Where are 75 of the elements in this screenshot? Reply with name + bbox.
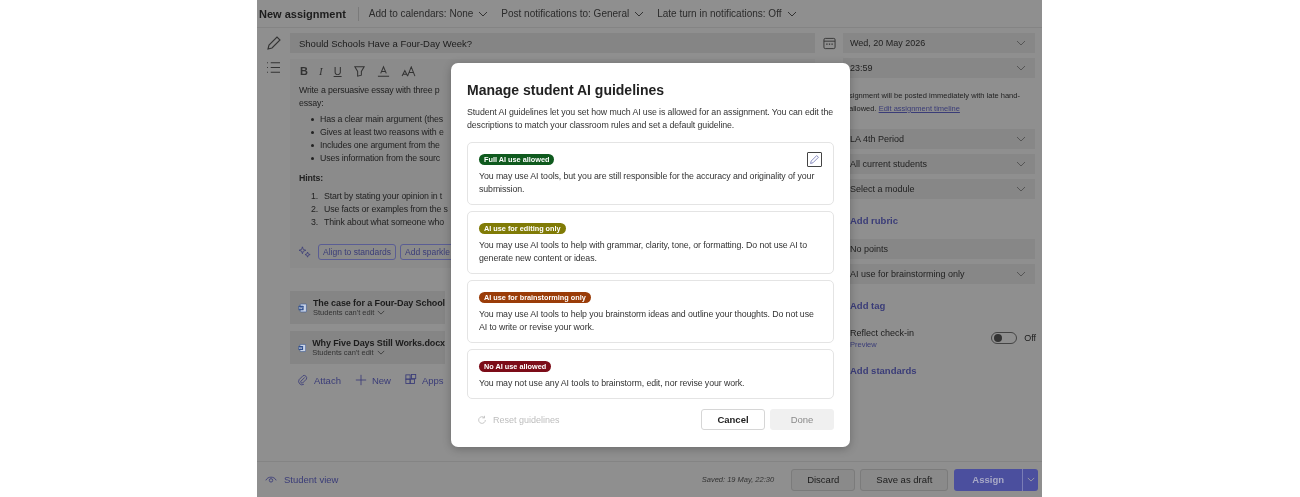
chevron-icon	[1016, 186, 1026, 192]
hint-step: Think about what someone who	[324, 216, 444, 229]
reset-icon	[477, 414, 487, 425]
chevron-icon	[478, 10, 489, 17]
chevron-icon	[377, 310, 386, 315]
apps-icon	[404, 374, 417, 386]
list-icon	[266, 61, 281, 74]
chevron-icon	[1016, 136, 1026, 142]
essay-criterion: Has a clear main argument (thes	[320, 113, 443, 126]
guideline-description: You may use AI tools, but you are still responsible for the accuracy and originality of your submission.	[479, 170, 816, 196]
toggle-state: Off	[1024, 333, 1036, 343]
dialog-button[interactable]: Cancel	[701, 409, 765, 430]
bullet-icon	[311, 144, 314, 147]
hint-step: Start by stating your opinion in t	[324, 190, 443, 203]
format-button[interactable]: I	[318, 66, 323, 77]
assign-menu-button[interactable]	[1022, 468, 1038, 491]
dropdown-field[interactable]: Wed, 20 May 2026	[843, 33, 1035, 53]
dialog-description: Student AI guidelines let you set how much AI use is allowed for an assignment. You can edit the descriptions to match your classroom rules and set a default guideline.	[467, 106, 834, 132]
attach-action-button[interactable]: New	[354, 374, 391, 386]
format-button[interactable]: U	[333, 66, 342, 77]
essay-criterion: Uses information from the sourc	[320, 152, 441, 165]
toggle-label: Reflect check-in	[850, 327, 916, 340]
add-link[interactable]: Add rubric	[850, 214, 899, 226]
edit-button[interactable]	[807, 151, 822, 167]
attach-action-button[interactable]: Apps	[404, 374, 444, 386]
bullet-icon	[311, 157, 314, 160]
chevron-icon	[786, 10, 797, 17]
attach-action-button[interactable]: Attach	[297, 374, 341, 386]
chevron-icon	[1016, 271, 1026, 277]
chevron-icon	[376, 350, 385, 355]
caret-icon	[1026, 477, 1035, 482]
chevron-icon	[1016, 161, 1026, 167]
chevron-icon	[1016, 65, 1026, 71]
format-button[interactable]: B	[300, 66, 308, 77]
menu-dropdown[interactable]: Post notifications to: General	[501, 8, 645, 19]
add-link[interactable]: Add tag	[850, 299, 886, 311]
highlighter-icon[interactable]	[352, 65, 366, 78]
calendar-icon	[822, 36, 836, 50]
chevron-icon	[634, 10, 645, 17]
document-icon	[298, 300, 307, 315]
chevron-icon	[1016, 40, 1026, 46]
discard-button[interactable]: Discard	[791, 468, 856, 491]
guideline-description: You may use AI tools to help with grammar, clarity, tone, or formatting. Do not use AI to generate new content or ideas.	[479, 239, 808, 265]
font-color-icon[interactable]	[376, 65, 390, 78]
page-title: New assignment	[259, 7, 346, 20]
essay-instruction: Write a persuasive essay with three p	[299, 85, 440, 95]
sparkle-icon	[299, 246, 311, 258]
essay-criterion: Includes one argument from the	[320, 139, 440, 152]
essay-instruction: essay:	[299, 98, 324, 108]
bullet-icon	[311, 131, 314, 134]
hint-step: Use facts or examples from the s	[324, 203, 448, 216]
font-size-icon[interactable]	[400, 66, 416, 77]
hints-heading: Hints:	[299, 173, 324, 183]
guideline-description: You may not use any AI tools to brainstorm, edit, nor revise your work.	[479, 377, 746, 390]
menu-dropdown[interactable]: Late turn in notifications: Off	[657, 8, 797, 19]
dialog-title: Manage student AI guidelines	[467, 82, 666, 98]
pencil-icon	[265, 35, 282, 51]
attachment-name: The case for a Four-Day School	[312, 298, 445, 308]
dropdown-field[interactable]: 23:59	[843, 58, 1035, 78]
essay-criterion: Gives at least two reasons with e	[320, 126, 444, 139]
guideline-description: You may use AI tools to help you brainstorm ideas and outline your thoughts. Do not use AI to write or revise your work.	[479, 308, 815, 334]
plus-icon	[354, 374, 367, 386]
attachment-name: Why Five Days Still Works.docx	[312, 338, 445, 348]
menu-dropdown[interactable]: Add to calendars: None	[368, 8, 489, 19]
student-view-link[interactable]: Student view	[265, 474, 339, 485]
ai-suggestion-button[interactable]: Align to standards	[318, 244, 397, 260]
title-field[interactable]: Should Schools Have a Four-Day Week?	[290, 33, 815, 53]
step-number: 2.	[311, 203, 318, 216]
step-number: 3.	[311, 216, 318, 229]
save-draft-button[interactable]: Save as draft	[860, 468, 949, 491]
step-number: 1.	[311, 190, 318, 203]
paperclip-icon	[297, 374, 309, 386]
bullet-icon	[311, 118, 314, 121]
add-link[interactable]: Add standards	[850, 364, 917, 376]
eye-icon	[265, 475, 277, 484]
